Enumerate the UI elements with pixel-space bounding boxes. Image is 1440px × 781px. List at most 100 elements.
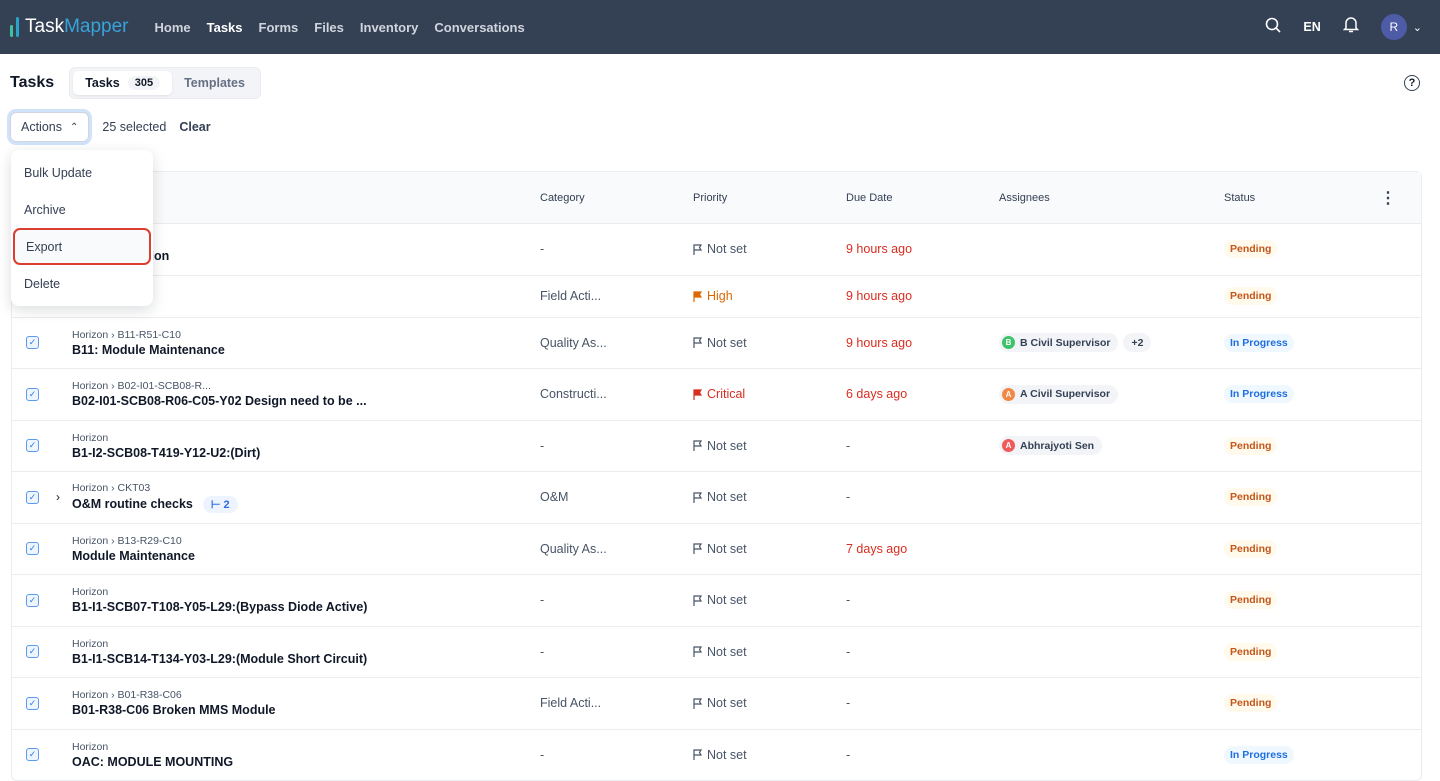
task-priority[interactable]: Not set (693, 542, 747, 556)
row-checkbox[interactable]: ✓ (26, 593, 39, 607)
status-badge[interactable]: In Progress (1224, 745, 1294, 764)
table-row[interactable]: ✓ …5-C09 …ing inspection - Not set 9 hou… (12, 223, 1421, 275)
menu-item-archive[interactable]: Archive (11, 191, 153, 228)
tab-tasks[interactable]: Tasks 305 (73, 71, 173, 95)
tab-templates[interactable]: Templates (172, 71, 257, 95)
task-name[interactable]: B01-R38-C06 Broken MMS Module (72, 703, 276, 717)
nav-files[interactable]: Files (314, 20, 344, 35)
row-checkbox[interactable]: ✓ (26, 439, 39, 453)
task-category: Quality As... (540, 335, 607, 350)
row-checkbox[interactable]: ✓ (26, 748, 39, 762)
task-due-date: - (846, 490, 851, 505)
table-row[interactable]: ✓ Horizon B1-I1-SCB14-T134-Y03-L29:(Modu… (12, 625, 1421, 678)
status-badge[interactable]: Pending (1224, 539, 1278, 558)
row-checkbox[interactable]: ✓ (26, 645, 39, 659)
col-assignees[interactable]: Assignees (999, 192, 1050, 204)
row-checkbox[interactable]: ✓ (26, 542, 39, 556)
status-badge[interactable]: Pending (1224, 240, 1278, 259)
language-button[interactable]: EN (1303, 20, 1320, 34)
table-row[interactable]: ✓ Horizon B1-I1-SCB07-T108-Y05-L29:(Bypa… (12, 574, 1421, 626)
task-priority[interactable]: Not set (693, 748, 747, 762)
task-category: Field Acti... (540, 289, 602, 303)
task-due-date: 9 hours ago (846, 289, 913, 303)
menu-item-export[interactable]: Export (13, 228, 151, 265)
status-badge[interactable]: Pending (1224, 591, 1278, 610)
menu-item-delete[interactable]: Delete (11, 265, 153, 302)
nav-inventory[interactable]: Inventory (360, 20, 419, 35)
task-name[interactable]: Module Maintenance (72, 549, 195, 563)
task-name[interactable]: B11: Module Maintenance (72, 343, 225, 357)
task-name[interactable]: B02-I01-SCB08-R06-C05-Y02 Design need to… (72, 394, 367, 408)
status-badge[interactable]: Pending (1224, 436, 1278, 455)
status-badge[interactable]: Pending (1224, 642, 1278, 661)
flag-icon (693, 389, 703, 400)
task-priority[interactable]: Not set (693, 439, 747, 453)
status-badge[interactable]: In Progress (1224, 385, 1294, 404)
assignee-chip[interactable]: BB Civil Supervisor (999, 333, 1119, 353)
status-badge[interactable]: Pending (1224, 287, 1278, 305)
status-badge[interactable]: Pending (1224, 694, 1278, 713)
more-assignees[interactable]: +2 (1123, 333, 1152, 353)
selected-count: 25 selected (102, 120, 167, 134)
table-row[interactable]: ✓ Horizon OAC: MODULE MOUNTING - Not set… (12, 728, 1421, 781)
task-breadcrumb: Horizon › B01-R38-C06 (72, 689, 182, 702)
nav-forms[interactable]: Forms (259, 20, 299, 35)
task-category: - (540, 242, 545, 257)
more-options-icon[interactable]: ⋮ (1380, 188, 1396, 208)
avatar: R (1380, 14, 1407, 40)
nav-conversations[interactable]: Conversations (434, 20, 524, 35)
task-category: Field Acti... (540, 696, 602, 711)
menu-item-bulk-update[interactable]: Bulk Update (11, 154, 153, 191)
task-priority[interactable]: Not set (693, 696, 747, 710)
task-category: - (540, 438, 545, 453)
expand-chevron-icon[interactable]: › (56, 490, 60, 504)
task-priority[interactable]: Not set (693, 645, 747, 659)
bell-icon[interactable] (1342, 16, 1360, 38)
table-row[interactable]: ✓ Horizon › B02-I01-SCB08-R... B02-I01-S… (12, 368, 1421, 420)
task-due-date: - (846, 747, 851, 762)
task-name[interactable]: O&M routine checks (72, 497, 193, 511)
row-checkbox[interactable]: ✓ (26, 336, 39, 350)
task-name[interactable]: B1-I1-SCB14-T134-Y03-L29:(Module Short C… (72, 652, 367, 666)
flag-icon (693, 337, 703, 349)
task-priority[interactable]: Not set (693, 490, 747, 504)
status-badge[interactable]: Pending (1224, 488, 1278, 507)
task-name[interactable]: OAC: MODULE MOUNTING (72, 755, 233, 769)
table-row[interactable]: ✓ …enance Field Acti... High 9 hours ago… (12, 274, 1421, 317)
col-priority[interactable]: Priority (693, 192, 727, 204)
assignee-chip[interactable]: AA Civil Supervisor (999, 384, 1119, 404)
task-name[interactable]: B1-I1-SCB07-T108-Y05-L29:(Bypass Diode A… (72, 600, 367, 614)
user-menu[interactable]: R ⌄ (1380, 14, 1422, 40)
task-priority[interactable]: Not set (693, 242, 747, 256)
status-badge[interactable]: In Progress (1224, 333, 1294, 352)
row-checkbox[interactable]: ✓ (26, 490, 39, 504)
task-name[interactable]: B1-I2-SCB08-T419-Y12-U2:(Dirt) (72, 446, 260, 460)
col-category[interactable]: Category (540, 192, 585, 204)
search-icon[interactable] (1265, 17, 1281, 38)
nav-home[interactable]: Home (155, 20, 191, 35)
flag-icon (693, 646, 703, 658)
table-row[interactable]: ✓ Horizon › B13-R29-C10 Module Maintenan… (12, 522, 1421, 575)
row-checkbox[interactable]: ✓ (26, 387, 39, 401)
table-row[interactable]: ✓ Horizon › B11-R51-C10 B11: Module Main… (12, 316, 1421, 369)
actions-button[interactable]: Actions ⌃ (10, 112, 90, 142)
table-row[interactable]: ✓ Horizon › B01-R38-C06 B01-R38-C06 Brok… (12, 677, 1421, 729)
logo[interactable]: TaskMapper (10, 16, 129, 38)
row-checkbox[interactable]: ✓ (26, 696, 39, 710)
task-category: O&M (540, 490, 569, 505)
subtasks-badge[interactable]: ⊢ 2 (202, 495, 238, 513)
nav-tasks[interactable]: Tasks (207, 20, 243, 35)
task-category: - (540, 593, 545, 608)
assignee-chip[interactable]: A Abhrajyoti Sen (999, 436, 1103, 456)
table-row[interactable]: ✓ Horizon B1-I2-SCB08-T419-Y12-U2:(Dirt)… (12, 419, 1421, 472)
task-priority[interactable]: Critical (693, 387, 745, 401)
col-due-date[interactable]: Due Date (846, 192, 892, 204)
task-breadcrumb: Horizon › B11-R51-C10 (72, 328, 181, 341)
task-priority[interactable]: Not set (693, 336, 747, 350)
table-row[interactable]: ✓ › Horizon › CKT03 O&M routine checks ⊢ … (12, 471, 1421, 523)
clear-button[interactable]: Clear (179, 120, 210, 134)
task-priority[interactable]: Not set (693, 593, 747, 607)
help-icon[interactable]: ? (1404, 75, 1420, 91)
col-status[interactable]: Status (1224, 192, 1255, 204)
task-priority[interactable]: High (693, 289, 733, 303)
